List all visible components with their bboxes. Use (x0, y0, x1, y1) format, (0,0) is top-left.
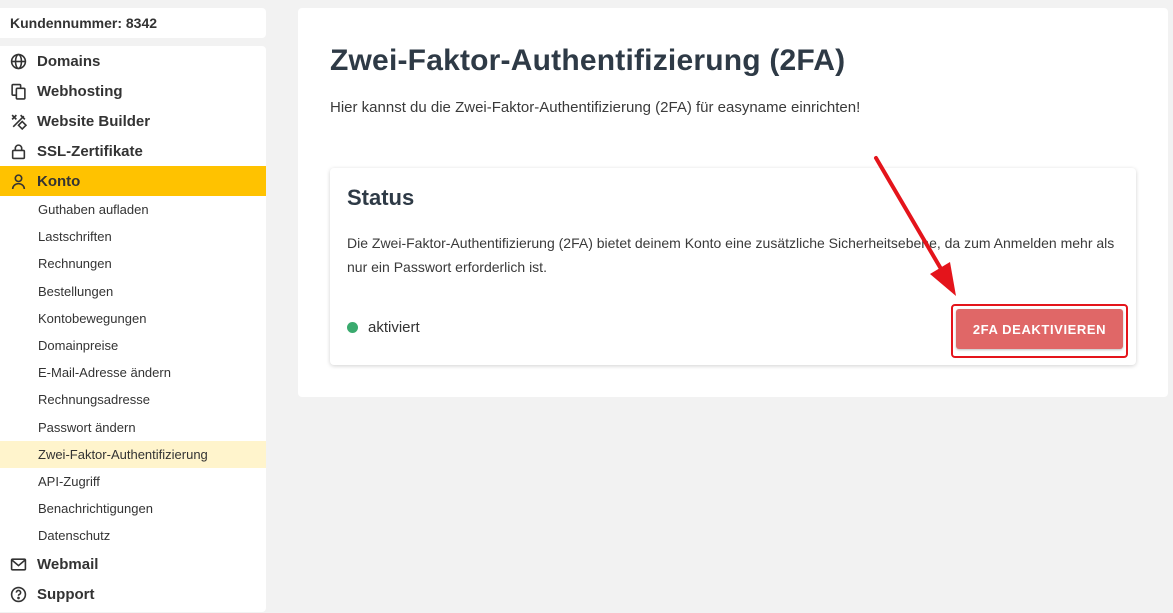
sidebar-item-webhosting[interactable]: Webhosting (0, 76, 266, 106)
sidebar-subitem-datenschutz[interactable]: Datenschutz (0, 522, 266, 549)
page-title: Zwei-Faktor-Authentifizierung (2FA) (330, 44, 846, 77)
mail-icon (10, 556, 27, 573)
sidebar-subitem-passwort[interactable]: Passwort ändern (0, 414, 266, 441)
sidebar-item-webmail[interactable]: Webmail (0, 549, 266, 579)
status-dot-icon (347, 322, 358, 333)
user-icon (10, 173, 27, 190)
sidebar-item-label: Website Builder (37, 112, 151, 130)
copy-icon (10, 83, 27, 100)
lock-icon (10, 143, 27, 160)
sidebar-item-label: Domains (37, 52, 101, 70)
sidebar-subitem-kontobewegungen[interactable]: Kontobewegungen (0, 305, 266, 332)
deactivate-2fa-button[interactable]: 2FA DEAKTIVIEREN (956, 309, 1123, 349)
sidebar-subitem-rechnungsadresse[interactable]: Rechnungsadresse (0, 386, 266, 413)
status-card-title: Status (347, 185, 415, 210)
sidebar-subitem-lastschriften[interactable]: Lastschriften (0, 223, 266, 250)
sidebar-subitem-benachrichtigungen[interactable]: Benachrichtigungen (0, 495, 266, 522)
sidebar-item-website-builder[interactable]: Website Builder (0, 106, 266, 136)
sidebar-item-label: Webhosting (37, 82, 123, 100)
sidebar-subitem-bestellungen[interactable]: Bestellungen (0, 278, 266, 305)
sidebar-item-label: SSL-Zertifikate (37, 142, 143, 160)
sidebar-subitem-email-aendern[interactable]: E-Mail-Adresse ändern (0, 359, 266, 386)
sidebar-item-konto[interactable]: Konto (0, 166, 266, 196)
status-label: aktiviert (368, 319, 420, 336)
main-panel: Zwei-Faktor-Authentifizierung (2FA) Hier… (298, 8, 1168, 397)
sidebar-subitem-api[interactable]: API-Zugriff (0, 468, 266, 495)
sidebar-subitem-rechnungen[interactable]: Rechnungen (0, 250, 266, 277)
sidebar: Domains Webhosting Website Builder SSL-Z… (0, 46, 266, 612)
help-icon (10, 586, 27, 603)
sidebar-item-label: Support (37, 585, 95, 603)
sidebar-subitem-domainpreise[interactable]: Domainpreise (0, 332, 266, 359)
sidebar-item-label: Webmail (37, 555, 99, 573)
sidebar-item-label: Konto (37, 172, 81, 190)
tools-icon (10, 113, 27, 130)
status-card: Status Die Zwei-Faktor-Authentifizierung… (330, 168, 1136, 365)
deactivate-highlight-frame: 2FA DEAKTIVIEREN (951, 304, 1128, 358)
sidebar-subitem-guthaben[interactable]: Guthaben aufladen (0, 196, 266, 223)
globe-icon (10, 53, 27, 70)
sidebar-item-domains[interactable]: Domains (0, 46, 266, 76)
status-card-description: Die Zwei-Faktor-Authentifizierung (2FA) … (347, 235, 1115, 275)
sidebar-item-support[interactable]: Support (0, 579, 266, 609)
sidebar-item-ssl[interactable]: SSL-Zertifikate (0, 136, 266, 166)
page-intro: Hier kannst du die Zwei-Faktor-Authentif… (330, 99, 861, 116)
status-indicator: aktiviert (347, 319, 420, 336)
customer-number: Kundennummer: 8342 (0, 8, 266, 38)
sidebar-subitem-2fa[interactable]: Zwei-Faktor-Authentifizierung (0, 440, 266, 468)
